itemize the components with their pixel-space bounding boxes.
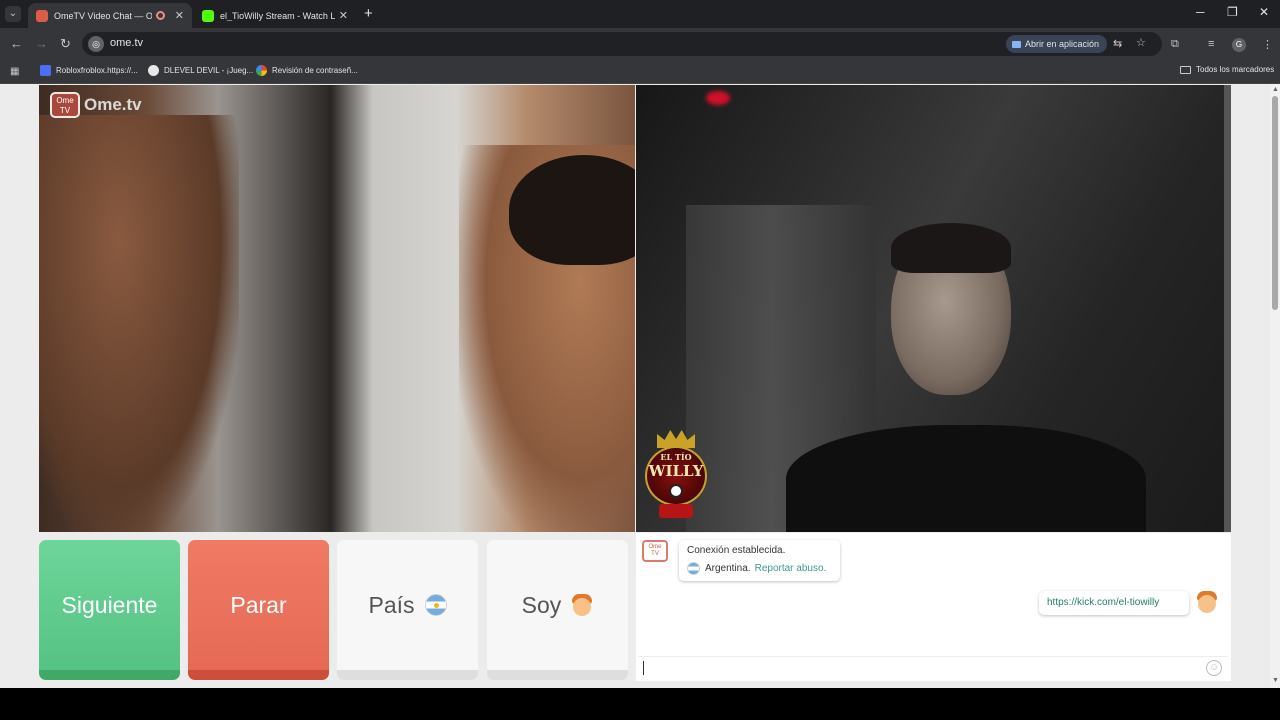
dice-icon	[659, 504, 693, 518]
tab-kick-title: el_TioWilly Stream - Watch Live on	[220, 10, 335, 21]
folder-icon	[1180, 65, 1191, 74]
self-video-body	[786, 425, 1146, 532]
connection-status-text: Conexión establecida.	[687, 545, 786, 556]
crown-icon	[657, 430, 695, 448]
tab-kick[interactable]: el_TioWilly Stream - Watch Live on ✕	[194, 3, 356, 28]
site-info-icon[interactable]: ◎	[88, 36, 104, 52]
soccer-ball-icon	[669, 484, 683, 498]
open-in-app-button[interactable]: Abrir en aplicación	[1006, 35, 1108, 53]
badge-line1: EL TÍO	[660, 452, 692, 462]
country-button-label: País	[368, 591, 415, 618]
extensions-icon[interactable]: ⧉	[1171, 38, 1179, 51]
video-edge	[1224, 85, 1231, 532]
ometv-logo: Ome TV Ome.tv	[50, 92, 142, 118]
scroll-up-icon[interactable]: ▲	[1272, 86, 1279, 93]
bookmarks-bar: ▦ Robloxfroblox.https://... DLEVEL DEVIL…	[0, 60, 1280, 84]
my-avatar-boy-icon	[1196, 590, 1218, 614]
ometv-favicon-icon	[36, 9, 48, 22]
minimize-icon[interactable]: ─	[1196, 5, 1205, 19]
all-bookmarks-folder[interactable]: Todos los marcadores	[1180, 65, 1274, 74]
translate-icon[interactable]: ⇆	[1113, 37, 1122, 50]
tab-ometv-title: OmeTV Video Chat — Omegl	[54, 10, 152, 21]
country-button[interactable]: País	[337, 540, 478, 680]
bookmark-level-devil[interactable]: DLEVEL DEVIL - ¡Jueg...	[148, 65, 253, 76]
red-light	[706, 91, 730, 105]
next-button-label: Siguiente	[61, 591, 158, 618]
bookmark-roblox[interactable]: Robloxfroblox.https://...	[40, 65, 138, 76]
badge-line2: WILLY	[648, 462, 704, 480]
gender-button-label: Soy	[521, 591, 562, 618]
next-button[interactable]: Siguiente	[39, 540, 180, 680]
report-abuse-link[interactable]: Reportar abuso.	[755, 563, 827, 574]
partner-country-line: Argentina. Reportar abuso.	[687, 562, 826, 575]
bookmark-password-check[interactable]: Revisión de contraseñ...	[256, 65, 358, 76]
bookmark-label: Robloxfroblox.https://...	[56, 66, 138, 75]
kick-favicon-icon	[202, 9, 214, 22]
new-tab-button[interactable]: +	[364, 5, 373, 22]
close-window-icon[interactable]: ✕	[1259, 5, 1269, 19]
ometv-logo-text: Ome.tv	[84, 95, 142, 114]
my-chat-message: https://kick.com/el-tiowilly	[1039, 591, 1189, 615]
self-video	[636, 85, 1231, 532]
all-bookmarks-label: Todos los marcadores	[1196, 65, 1275, 74]
stop-button-label: Parar	[230, 591, 287, 618]
boy-face-icon	[571, 593, 593, 617]
google-favicon-icon	[256, 65, 267, 76]
address-bar[interactable]: ◎ ome.tv Abrir en aplicación ⇆ ☆	[82, 32, 1162, 56]
page-scrollbar[interactable]: ▲ ▼	[1270, 84, 1280, 688]
self-video-hair	[891, 223, 1011, 273]
forward-icon[interactable]: →	[35, 36, 48, 51]
level-devil-favicon-icon	[148, 65, 159, 76]
url-text: ome.tv	[110, 37, 144, 49]
profile-avatar[interactable]: G	[1232, 38, 1246, 52]
scrollbar-thumb[interactable]	[1272, 96, 1278, 310]
my-chat-message-text[interactable]: https://kick.com/el-tiowilly	[1047, 597, 1159, 608]
apps-grid-icon[interactable]: ▦	[10, 66, 19, 77]
chat-ometv-icon: Ome TV	[642, 540, 668, 562]
app-icon	[1012, 41, 1021, 48]
bookmark-label: DLEVEL DEVIL - ¡Jueg...	[164, 66, 254, 75]
text-caret	[643, 661, 644, 675]
gender-button[interactable]: Soy	[487, 540, 628, 680]
system-message: Conexión establecida. Argentina. Reporta…	[679, 540, 840, 581]
restore-icon[interactable]: ❐	[1227, 5, 1238, 19]
stop-button[interactable]: Parar	[188, 540, 329, 680]
bookmark-star-icon[interactable]: ☆	[1136, 36, 1146, 49]
browser-toolbar: ← → ↻ ◎ ome.tv Abrir en aplicación ⇆ ☆ ⧉…	[0, 28, 1280, 60]
tab-ometv[interactable]: OmeTV Video Chat — Omegl ✕	[28, 3, 192, 28]
roblox-favicon-icon	[40, 65, 51, 76]
emoji-icon[interactable]: ☺	[1206, 660, 1222, 676]
tab-bar: ⌄ OmeTV Video Chat — Omegl ✕ el_TioWilly…	[0, 0, 1280, 28]
tab-search-icon[interactable]: ⌄	[5, 6, 21, 22]
menu-kebab-icon[interactable]: ⋮	[1262, 38, 1273, 51]
partner-country-text: Argentina.	[705, 563, 751, 574]
close-tab-icon[interactable]: ✕	[339, 9, 348, 22]
argentina-flag-icon	[687, 562, 700, 575]
partner-video-person	[39, 115, 239, 532]
ometv-logo-icon: Ome TV	[50, 92, 80, 118]
bookmark-label: Revisión de contraseñ...	[272, 66, 358, 75]
partner-video	[39, 85, 635, 532]
reload-icon[interactable]: ↻	[60, 36, 71, 52]
scroll-down-icon[interactable]: ▼	[1272, 677, 1279, 684]
recording-icon	[155, 11, 165, 20]
back-icon[interactable]: ←	[10, 36, 23, 51]
open-in-app-label: Abrir en aplicación	[1025, 39, 1100, 49]
el-tio-willy-badge: EL TÍO WILLY	[643, 428, 709, 520]
media-control-icon[interactable]: ≡	[1208, 38, 1214, 50]
argentina-flag-icon	[424, 594, 447, 616]
close-tab-icon[interactable]: ✕	[175, 9, 184, 22]
chat-input[interactable]	[638, 656, 1228, 680]
